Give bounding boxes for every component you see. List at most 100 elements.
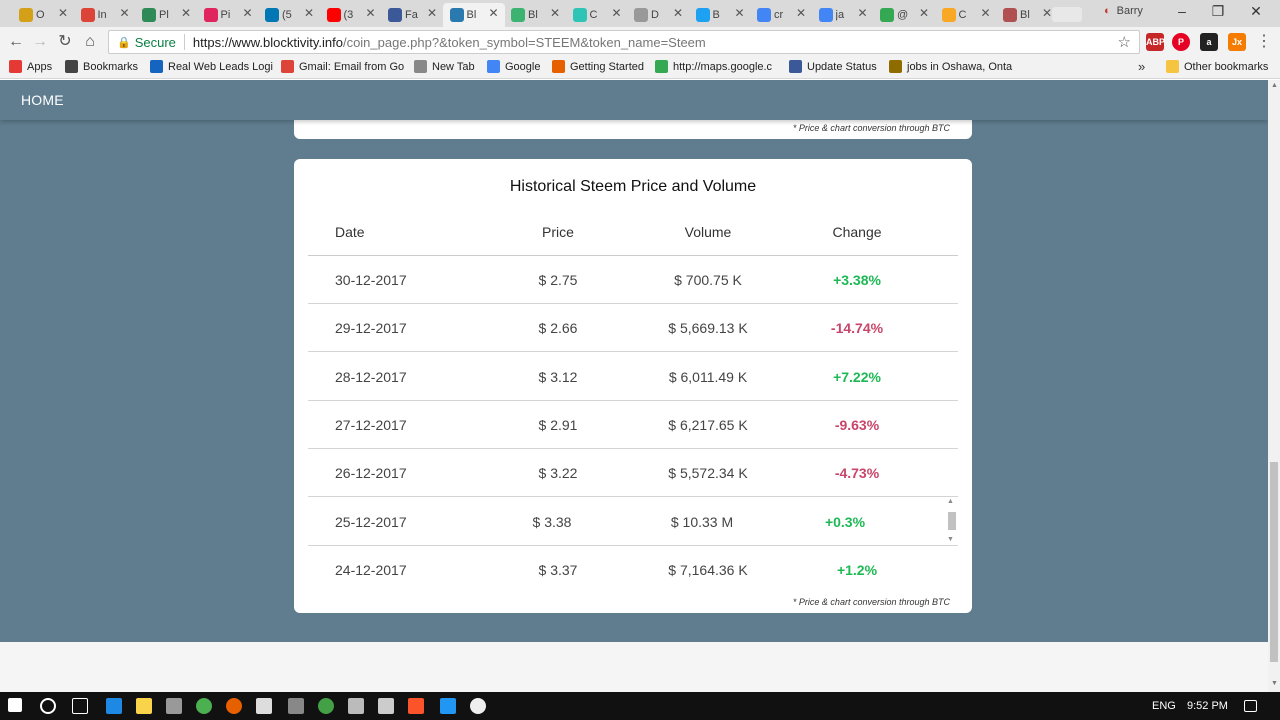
table-row: 25-12-2017 $ 3.38 $ 10.33 M +0.3%	[308, 498, 958, 546]
scroll-down-icon[interactable]: ▼	[947, 536, 954, 543]
home-icon[interactable]: ⌂	[80, 32, 100, 52]
other-bookmarks[interactable]: Other bookmarks	[1166, 60, 1268, 73]
new-tab-button[interactable]	[1052, 7, 1082, 22]
conversion-note: * Price & chart conversion through BTC	[792, 597, 950, 607]
edge-icon[interactable]	[106, 698, 122, 714]
cell-price: $ 3.37	[538, 561, 578, 578]
page-scroll-down-icon[interactable]: ▼	[1271, 680, 1278, 687]
bookmark-favicon-icon	[889, 60, 902, 73]
tab-close-icon[interactable]: ✕	[919, 6, 929, 20]
tab-close-icon[interactable]: ✕	[181, 6, 191, 20]
tool-icon[interactable]	[288, 698, 304, 714]
restore-icon[interactable]: ❐	[1208, 3, 1228, 20]
mail-icon[interactable]	[348, 698, 364, 714]
tab-close-icon[interactable]: ✕	[242, 6, 252, 20]
tab-label: C	[958, 9, 967, 21]
browser-tab[interactable]: ja ✕	[812, 3, 874, 27]
clock[interactable]: 9:52 PM	[1187, 700, 1228, 712]
browser-tab[interactable]: cr ✕	[750, 3, 812, 27]
close-window-icon[interactable]: ✕	[1246, 3, 1266, 20]
language-indicator[interactable]: ENG	[1152, 700, 1176, 712]
bookmark-item[interactable]: Gmail: Email from Go	[281, 60, 404, 73]
table-scroll-thumb[interactable]	[948, 512, 956, 530]
bookmark-item[interactable]: Bookmarks	[65, 60, 138, 73]
browser-tab[interactable]: (5 ✕	[258, 3, 320, 27]
browser-tab[interactable]: B ✕	[689, 3, 751, 27]
app-x-icon[interactable]	[440, 698, 456, 714]
amazon-extension-icon[interactable]: a	[1200, 33, 1218, 51]
tab-close-icon[interactable]: ✕	[365, 6, 375, 20]
tab-close-icon[interactable]: ✕	[734, 6, 744, 20]
tab-close-icon[interactable]: ✕	[980, 6, 990, 20]
browser-tab[interactable]: @ ✕	[873, 3, 935, 27]
bookmark-item[interactable]: Getting Started	[552, 60, 644, 73]
task-view-icon[interactable]	[72, 698, 88, 714]
bookmark-item[interactable]: New Tab	[414, 60, 475, 73]
search-icon[interactable]	[40, 698, 56, 714]
browser-tab[interactable]: Fa ✕	[381, 3, 443, 27]
jx-extension-icon[interactable]: Jx	[1228, 33, 1246, 51]
tab-close-icon[interactable]: ✕	[119, 6, 129, 20]
browser-tab[interactable]: Bl ✕	[442, 3, 505, 27]
cell-volume: $ 5,669.13 K	[668, 320, 748, 337]
tab-close-icon[interactable]: ✕	[550, 6, 560, 20]
pinterest-extension-icon[interactable]: P	[1172, 33, 1190, 51]
browser-tab[interactable]: Pi ✕	[197, 3, 259, 27]
settings-icon[interactable]	[470, 698, 486, 714]
file-explorer-icon[interactable]	[136, 698, 152, 714]
tab-label: (3	[343, 9, 354, 21]
windows-start-icon[interactable]	[8, 698, 22, 712]
browser-tab[interactable]: D ✕	[627, 3, 689, 27]
chrome-icon[interactable]	[196, 698, 212, 714]
page-scroll-up-icon[interactable]: ▲	[1271, 82, 1278, 89]
bookmark-item[interactable]: Update Status	[789, 60, 877, 73]
minimize-icon[interactable]: –	[1172, 3, 1192, 19]
adblock-extension-icon[interactable]: ABP	[1146, 33, 1165, 51]
tab-close-icon[interactable]: ✕	[1042, 6, 1052, 20]
tab-close-icon[interactable]: ✕	[673, 6, 683, 20]
notepad-icon[interactable]	[256, 698, 272, 714]
browser-tab[interactable]: (3 ✕	[320, 3, 382, 27]
back-icon[interactable]: ←	[6, 32, 26, 52]
bookmark-label: New Tab	[432, 60, 475, 73]
forward-icon[interactable]: →	[30, 32, 50, 52]
reload-icon[interactable]: ↻	[55, 32, 75, 52]
bookmark-item[interactable]: jobs in Oshawa, Onta	[889, 60, 1012, 73]
tab-close-icon[interactable]: ✕	[427, 6, 437, 20]
bookmark-star-icon[interactable]: ☆	[1118, 33, 1131, 51]
scroll-up-icon[interactable]: ▲	[947, 498, 954, 505]
app-icon[interactable]	[318, 698, 334, 714]
tab-close-icon[interactable]: ✕	[304, 6, 314, 20]
browser-tab[interactable]: O ✕	[12, 3, 74, 27]
table-scrollbar[interactable]: ▲ ▼	[946, 498, 958, 546]
browser-tab[interactable]: In ✕	[74, 3, 136, 27]
browser-tab[interactable]: C ✕	[566, 3, 628, 27]
page-scroll-thumb[interactable]	[1270, 462, 1278, 662]
address-bar[interactable]: 🔒 Secure https://www.blocktivity.info/co…	[108, 30, 1140, 54]
brave-icon[interactable]	[408, 698, 424, 714]
tab-close-icon[interactable]: ✕	[58, 6, 68, 20]
more-bookmarks-button[interactable]: »	[1138, 59, 1145, 74]
tab-close-icon[interactable]: ✕	[611, 6, 621, 20]
store-icon[interactable]	[166, 698, 182, 714]
browser-tab[interactable]: Bl ✕	[996, 3, 1058, 27]
column-header-date: Date	[335, 224, 365, 240]
nav-home-link[interactable]: HOME	[21, 92, 64, 108]
profile-button[interactable]: ◐ Barry	[1104, 5, 1143, 17]
page-scrollbar[interactable]: ▲ ▼	[1268, 80, 1280, 692]
menu-icon[interactable]: ⋮	[1254, 32, 1274, 52]
browser-tab[interactable]: C ✕	[935, 3, 997, 27]
tab-close-icon[interactable]: ✕	[488, 6, 498, 20]
bookmark-item[interactable]: Google	[487, 60, 540, 73]
bookmark-item[interactable]: Real Web Leads Logi	[150, 60, 273, 73]
bookmark-item[interactable]: http://maps.google.c	[655, 60, 772, 73]
browser-tab[interactable]: Bl ✕	[504, 3, 566, 27]
firefox-icon[interactable]	[226, 698, 242, 714]
notifications-icon[interactable]	[1244, 700, 1257, 712]
browser-tab[interactable]: Pl ✕	[135, 3, 197, 27]
tab-close-icon[interactable]: ✕	[796, 6, 806, 20]
tab-close-icon[interactable]: ✕	[857, 6, 867, 20]
bookmark-item[interactable]: Apps	[9, 60, 52, 73]
calculator-icon[interactable]	[378, 698, 394, 714]
tab-favicon-icon	[695, 8, 710, 22]
